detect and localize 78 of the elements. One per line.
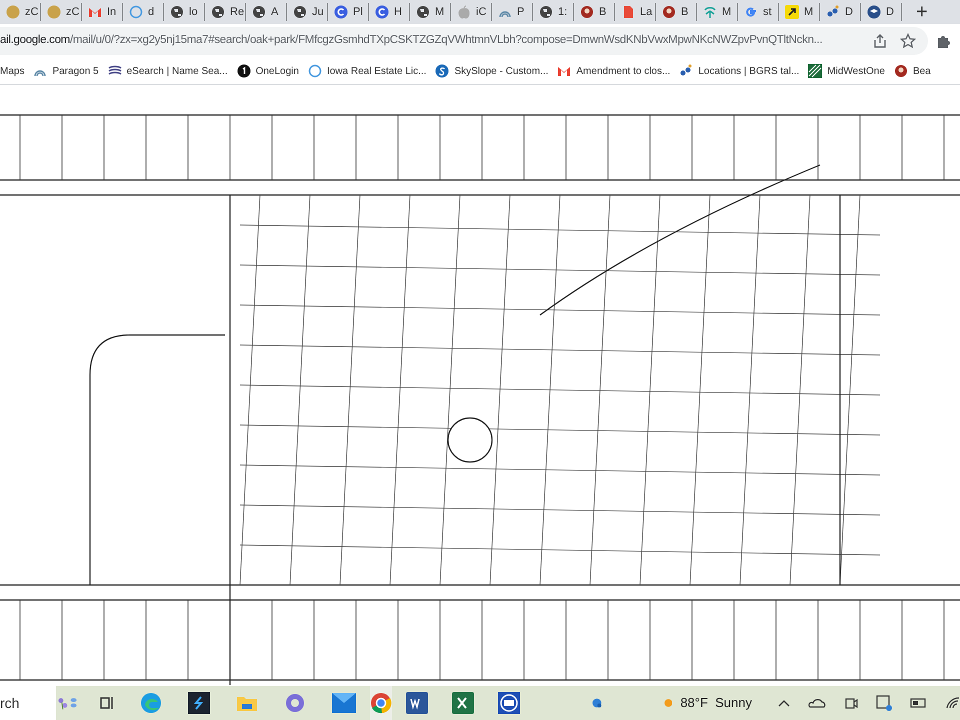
browser-tab[interactable]: 1: (533, 3, 574, 21)
mail-icon (88, 5, 102, 19)
browser-tab[interactable]: La (615, 3, 656, 21)
bookmark[interactable]: Amendment to clos... (557, 64, 670, 78)
browser-tab[interactable]: Re (205, 3, 246, 21)
browser-tab[interactable]: D (820, 3, 861, 21)
globe-icon (416, 5, 430, 19)
mail-icon[interactable] (332, 693, 356, 713)
battery-icon[interactable] (910, 698, 928, 708)
copilot-icon[interactable] (284, 692, 306, 714)
browser-tab[interactable]: B (574, 3, 615, 21)
apple-icon (457, 5, 471, 19)
browser-tab[interactable]: M (697, 3, 738, 21)
globe-icon (293, 5, 307, 19)
browser-tab[interactable]: M (410, 3, 451, 21)
globe-icon (252, 5, 266, 19)
app-icon[interactable] (188, 692, 210, 714)
excel-icon[interactable] (452, 692, 474, 714)
camera-icon[interactable] (844, 696, 858, 710)
document-icon (621, 5, 635, 19)
globe-icon (170, 5, 184, 19)
bookmark[interactable]: MidWestOne (808, 64, 885, 78)
badge-icon (47, 5, 61, 19)
bookmark[interactable]: Locations | BGRS tal... (679, 64, 800, 78)
avatar-icon (894, 64, 908, 78)
globe-icon (211, 5, 225, 19)
word-icon[interactable] (406, 692, 428, 714)
new-tab-button[interactable]: + (912, 2, 932, 22)
browser-tab[interactable]: D (861, 3, 902, 21)
avatar-icon (580, 5, 594, 19)
letter-c-icon (375, 5, 389, 19)
dots-icon (826, 5, 840, 19)
browser-tab[interactable]: A (246, 3, 287, 21)
cloud-icon[interactable] (808, 698, 826, 708)
browser-tab[interactable]: lo (164, 3, 205, 21)
browser-tab[interactable]: M (779, 3, 820, 21)
letter-s-icon (435, 64, 450, 78)
weather-text[interactable]: 88°F Sunny (680, 693, 752, 713)
bookmark[interactable]: Bea (894, 64, 931, 78)
browser-tab[interactable]: st (738, 3, 779, 21)
browser-tab[interactable]: zC (41, 3, 82, 21)
app-icon[interactable] (498, 692, 520, 714)
number-icon (236, 64, 251, 78)
puzzle-icon[interactable] (936, 33, 952, 49)
chevron-up-icon[interactable] (778, 699, 790, 707)
browser-tab[interactable]: Pl (328, 3, 369, 21)
browser-tab[interactable]: iC (451, 3, 492, 21)
share-icon[interactable] (872, 33, 888, 49)
bookmark[interactable]: OneLogin (236, 64, 299, 78)
mail-icon (557, 64, 572, 78)
address-field[interactable]: ail.google.com/mail/u/0/?zx=xg2y5nj15ma7#search/oak+park/FMfcgzGsmhdTXpCSKTZGZqVWhtmnVLbh?compose=DmwnWsdKNbVwxMpwNKcNWZpvPvnQTltNckn... (0, 27, 928, 55)
bookmark[interactable]: Paragon 5 (33, 64, 99, 78)
bookmark[interactable]: eSearch | Name Sea... (108, 64, 228, 78)
wifi-icon[interactable] (946, 697, 960, 709)
browser-tab[interactable]: B (656, 3, 697, 21)
browser-tab[interactable]: Ju (287, 3, 328, 21)
chrome-icon[interactable] (370, 692, 392, 714)
arrow-icon (785, 5, 799, 19)
browser-tab[interactable]: P (492, 3, 533, 21)
stripes-icon (808, 64, 822, 78)
browser-tab[interactable]: zC (0, 3, 41, 21)
bookmark[interactable]: Iowa Real Estate Lic... (308, 64, 426, 78)
monitor-icon[interactable] (876, 695, 892, 711)
letter-c-icon (334, 5, 348, 19)
ring-icon (308, 64, 322, 78)
bookmark[interactable]: SkySlope - Custom... (435, 64, 548, 78)
browser-tab[interactable]: H (369, 3, 410, 21)
avatar-icon (662, 5, 676, 19)
star-icon[interactable] (900, 33, 916, 49)
browser-tab[interactable]: d (123, 3, 164, 21)
search-field[interactable]: rch (0, 686, 56, 720)
badge-icon (6, 5, 20, 19)
browser-tab[interactable]: In (82, 3, 123, 21)
dots-icon (679, 64, 694, 78)
globe-icon (539, 5, 553, 19)
ring-icon (129, 5, 143, 19)
task-view-icon[interactable] (100, 695, 114, 711)
bookmark[interactable]: Maps (0, 64, 24, 78)
